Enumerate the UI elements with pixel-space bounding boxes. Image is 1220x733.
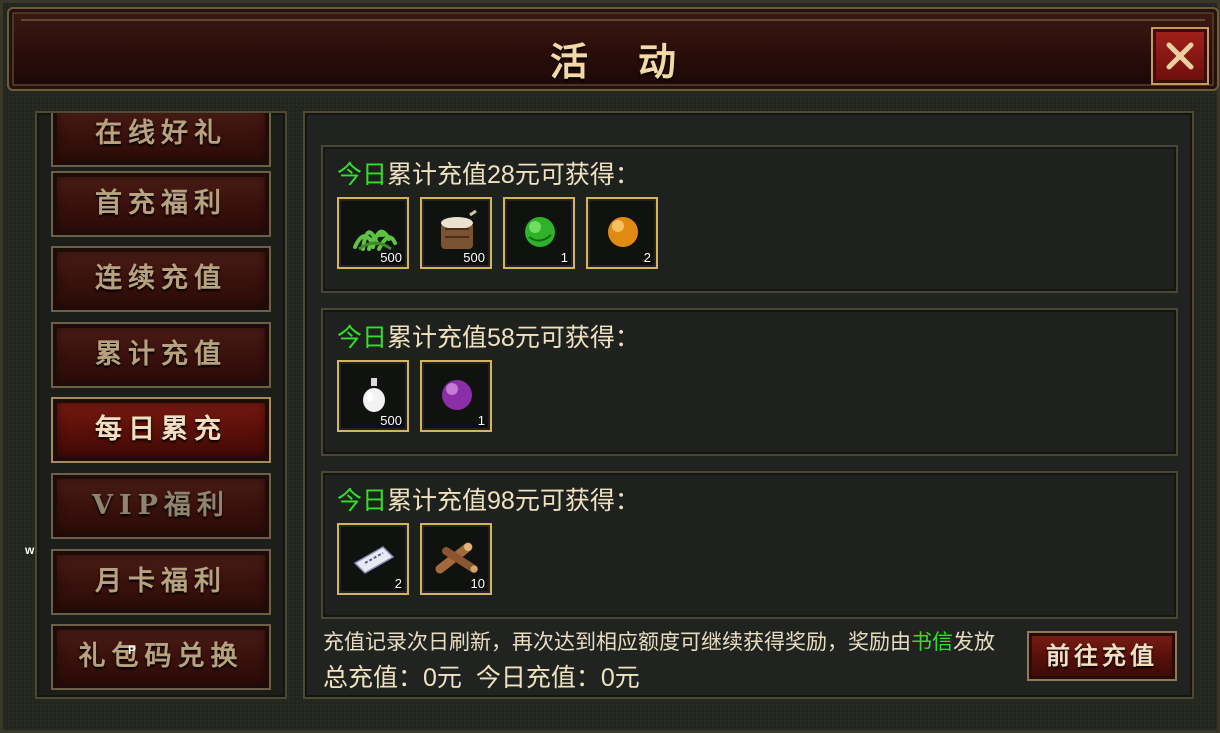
activity-sidebar[interactable]: 在线好礼 首充福利 连续充值 累计充值 每日累充 VIP福利 月卡福利 礼包码兑…	[35, 111, 287, 699]
reward-slot[interactable]: 2	[586, 197, 658, 269]
reward-quantity: 500	[380, 250, 402, 265]
sidebar-item-daily-cumulative[interactable]: 每日累充	[51, 397, 271, 463]
refresh-note: 充值记录次日刷新，再次达到相应额度可继续获得奖励，奖励由书信发放	[323, 626, 995, 656]
tier-title: 今日累计充值98元可获得：	[337, 481, 640, 517]
reward-quantity: 10	[470, 576, 485, 591]
reward-tier-58: 今日累计充值58元可获得： 500 1	[321, 308, 1178, 456]
orange-orb-icon	[608, 217, 638, 247]
tier-title: 今日累计充值58元可获得：	[337, 318, 640, 354]
tier-text: 累计充值58元可获得：	[387, 324, 640, 352]
reward-quantity: 500	[380, 413, 402, 428]
tier-prefix: 今日	[337, 161, 388, 189]
window-header: 活动	[7, 7, 1219, 91]
reward-quantity: 500	[463, 250, 485, 265]
green-orb-icon	[525, 217, 555, 247]
today-recharge: 今日充值：0元	[475, 664, 640, 692]
reward-quantity: 2	[643, 250, 651, 265]
go-recharge-button[interactable]: 前往充值	[1027, 631, 1177, 681]
reward-tier-98: 今日累计充值98元可获得： 2 10	[321, 471, 1178, 619]
sidebar-item-monthly-card[interactable]: 月卡福利	[51, 549, 271, 615]
close-button[interactable]	[1151, 27, 1209, 85]
sidebar-item-first-recharge[interactable]: 首充福利	[51, 171, 271, 237]
window-title: 活动	[549, 39, 726, 84]
tier-text: 累计充值98元可获得：	[387, 487, 640, 515]
sidebar-item-continuous-recharge[interactable]: 连续充值	[51, 246, 271, 312]
tier-prefix: 今日	[337, 487, 388, 515]
sidebar-item-online-gift[interactable]: 在线好礼	[51, 113, 271, 167]
sidebar-item-gift-code[interactable]: 礼包码兑换	[51, 624, 271, 690]
tier-title: 今日累计充值28元可获得：	[337, 155, 640, 191]
overlay-mark-w: w	[25, 543, 35, 557]
reward-quantity: 1	[477, 413, 485, 428]
sidebar-item-cumulative-recharge[interactable]: 累计充值	[51, 322, 271, 388]
tier-prefix: 今日	[337, 324, 388, 352]
close-icon	[1166, 42, 1194, 70]
reward-slot[interactable]: 1	[420, 360, 492, 432]
note-text-end: 发放	[953, 631, 995, 654]
reward-panel: 今日累计充值28元可获得： 500 500 1 2 今日累计充值58元可获得： …	[303, 111, 1194, 699]
header-divider	[21, 19, 1205, 21]
note-text: 充值记录次日刷新，再次达到相应额度可继续获得奖励，奖励由	[323, 631, 911, 654]
reward-tier-28: 今日累计充值28元可获得： 500 500 1 2	[321, 145, 1178, 293]
reward-slot[interactable]: 500	[337, 360, 409, 432]
purple-orb-icon	[442, 380, 472, 410]
reward-quantity: 1	[560, 250, 568, 265]
overlay-mark-p: P	[128, 643, 137, 657]
total-recharge: 总充值：0元	[323, 664, 462, 692]
reward-slot[interactable]: 2	[337, 523, 409, 595]
reward-slot[interactable]: 500	[337, 197, 409, 269]
reward-slot[interactable]: 1	[503, 197, 575, 269]
activity-window: 活动 在线好礼 首充福利 连续充值 累计充值 每日累充 VIP福利 月卡福利 礼…	[0, 0, 1220, 733]
sidebar-item-vip-benefits[interactable]: VIP福利	[51, 473, 271, 539]
tier-text: 累计充值28元可获得：	[387, 161, 640, 189]
reward-slot[interactable]: 500	[420, 197, 492, 269]
reward-quantity: 2	[394, 576, 402, 591]
recharge-totals: 总充值：0元 今日充值：0元	[323, 658, 654, 694]
reward-slot[interactable]: 10	[420, 523, 492, 595]
ticket-icon	[353, 546, 395, 574]
note-mail-link: 书信	[911, 631, 953, 654]
